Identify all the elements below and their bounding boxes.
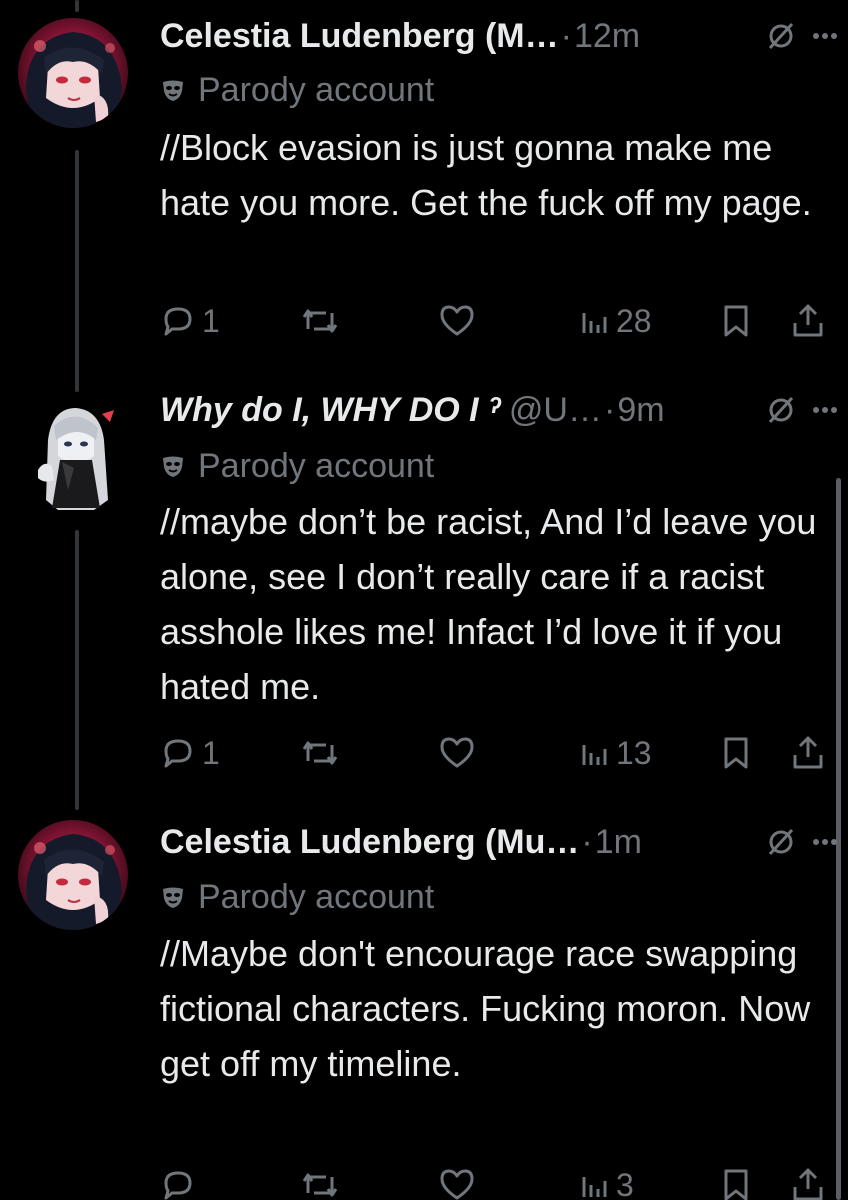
thread-view: Celestia Ludenberg (M… · 12m Parody acco… xyxy=(0,0,848,1200)
tweet-actions: 3 xyxy=(160,1160,832,1200)
display-name[interactable]: Celestia Ludenberg (Mu… xyxy=(160,818,579,866)
mask-icon xyxy=(160,884,186,910)
tweet-text: //Maybe don't encourage race swapping fi… xyxy=(160,933,811,1084)
share-button[interactable] xyxy=(790,1160,826,1200)
heart-icon xyxy=(440,1169,474,1200)
views-icon xyxy=(582,1177,607,1197)
views-button[interactable]: 3 xyxy=(580,1160,634,1200)
reply-button[interactable] xyxy=(160,1160,202,1200)
celestia-avatar xyxy=(18,820,128,930)
separator-dot: · xyxy=(581,823,593,861)
like-button[interactable] xyxy=(438,1160,482,1200)
tweet[interactable]: Celestia Ludenberg (Mu… · 1m Parody acco… xyxy=(0,0,848,1200)
tweet-header: Celestia Ludenberg (Mu… · 1m xyxy=(160,818,838,866)
share-icon xyxy=(793,1168,823,1200)
timestamp[interactable]: 1m xyxy=(595,818,642,866)
repost-button[interactable] xyxy=(300,1160,346,1200)
repost-icon xyxy=(302,1173,338,1197)
reply-icon xyxy=(164,1171,192,1200)
bookmark-button[interactable] xyxy=(720,1160,752,1200)
parody-label-text: Parody account xyxy=(198,877,435,916)
more-options-icon[interactable] xyxy=(812,838,838,846)
parody-label: Parody account xyxy=(160,874,434,920)
views-count: 3 xyxy=(616,1166,634,1200)
avatar[interactable] xyxy=(18,820,128,930)
bookmark-icon xyxy=(724,1169,748,1200)
grok-icon[interactable] xyxy=(766,827,796,857)
